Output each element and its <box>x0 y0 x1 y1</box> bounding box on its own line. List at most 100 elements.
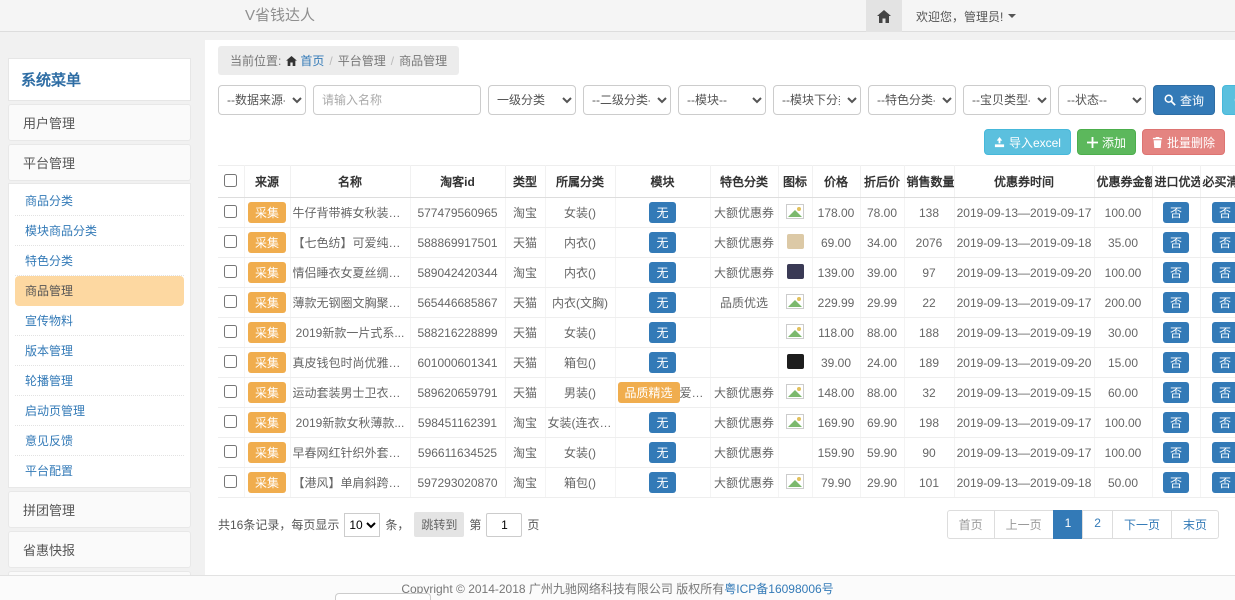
must-buy-toggle[interactable]: 否 <box>1212 322 1235 343</box>
row-checkbox[interactable] <box>224 385 237 398</box>
per-page-select[interactable]: 10 <box>344 513 380 537</box>
must-buy-cell: 否 <box>1200 198 1235 228</box>
import-pick-toggle[interactable]: 否 <box>1163 322 1189 343</box>
sidebar-item-用户管理[interactable]: 用户管理 <box>8 104 191 141</box>
must-buy-toggle[interactable]: 否 <box>1212 472 1235 493</box>
product-name: 2019新款女秋薄款... <box>290 408 410 438</box>
must-buy-toggle[interactable]: 否 <box>1212 352 1235 373</box>
filter-select-状态[interactable]: --状态-- <box>1058 85 1146 115</box>
column-header-特色分类: 特色分类 <box>710 166 778 198</box>
sidebar-subitem-特色分类[interactable]: 特色分类 <box>15 246 184 276</box>
reset-button[interactable]: 重置 <box>1222 85 1235 115</box>
import-excel-button[interactable]: 导入excel <box>984 129 1071 155</box>
must-buy-toggle[interactable]: 否 <box>1212 232 1235 253</box>
icon-cell <box>778 468 812 498</box>
row-checkbox[interactable] <box>224 415 237 428</box>
must-buy-toggle[interactable]: 否 <box>1212 382 1235 403</box>
import-pick-toggle[interactable]: 否 <box>1163 352 1189 373</box>
row-checkbox[interactable] <box>224 295 237 308</box>
coupon-amount: 50.00 <box>1094 468 1152 498</box>
filter-select-特色分类[interactable]: --特色分类-- <box>868 85 956 115</box>
price: 139.00 <box>812 258 860 288</box>
breadcrumb-home-link[interactable]: 首页 <box>286 52 324 69</box>
filter-select-二级分类[interactable]: --二级分类-- <box>583 85 671 115</box>
page-button-1[interactable]: 1 <box>1053 510 1084 539</box>
row-checkbox[interactable] <box>224 265 237 278</box>
source-badge: 采集 <box>248 352 286 373</box>
source-cell: 采集 <box>244 288 290 318</box>
sidebar-subitem-意见反馈[interactable]: 意见反馈 <box>15 426 184 456</box>
sidebar-item-省惠快报[interactable]: 省惠快报 <box>8 531 191 568</box>
sidebar-subitem-模块商品分类[interactable]: 模块商品分类 <box>15 216 184 246</box>
import-pick-toggle[interactable]: 否 <box>1163 472 1189 493</box>
page-number-input[interactable] <box>486 513 522 537</box>
product-category: 箱包() <box>545 468 615 498</box>
user-menu[interactable]: 欢迎您，管理员! <box>916 0 1016 32</box>
import-pick-toggle[interactable]: 否 <box>1163 442 1189 463</box>
row-checkbox[interactable] <box>224 355 237 368</box>
page-button-下一页[interactable]: 下一页 <box>1112 510 1172 539</box>
must-buy-toggle[interactable]: 否 <box>1212 412 1235 433</box>
row-checkbox[interactable] <box>224 475 237 488</box>
must-buy-toggle[interactable]: 否 <box>1212 262 1235 283</box>
must-buy-toggle[interactable]: 否 <box>1212 292 1235 313</box>
sidebar-subitem-商品管理[interactable]: 商品管理 <box>15 276 184 306</box>
sidebar-item-平台管理[interactable]: 平台管理 <box>8 144 191 181</box>
batch-delete-button[interactable]: 批量删除 <box>1142 129 1225 155</box>
row-checkbox[interactable] <box>224 205 237 218</box>
feature-category: 大额优惠券 <box>710 228 778 258</box>
page-button-上一页[interactable]: 上一页 <box>994 510 1054 539</box>
product-name: 【港风】单肩斜跨链条... <box>290 468 410 498</box>
must-buy-toggle[interactable]: 否 <box>1212 202 1235 223</box>
query-button[interactable]: 查询 <box>1153 85 1215 115</box>
sidebar-subitem-宣传物料[interactable]: 宣传物料 <box>15 306 184 336</box>
must-buy-toggle[interactable]: 否 <box>1212 442 1235 463</box>
must-buy-cell: 否 <box>1200 288 1235 318</box>
import-pick-toggle[interactable]: 否 <box>1163 292 1189 313</box>
column-header-销售数量: 销售数量 <box>904 166 954 198</box>
sidebar-subitem-商品分类[interactable]: 商品分类 <box>15 186 184 216</box>
price: 39.00 <box>812 348 860 378</box>
icp-link[interactable]: 粤ICP备16098006号 <box>724 580 833 597</box>
module-cell: 无 <box>615 258 710 288</box>
icon-cell <box>778 348 812 378</box>
icon-cell <box>778 258 812 288</box>
coupon-time: 2019-09-13—2019-09-17 <box>954 288 1094 318</box>
filter-select-模块下分类[interactable]: --模块下分类-- <box>773 85 861 115</box>
page-button-2[interactable]: 2 <box>1082 510 1113 539</box>
sidebar-item-拼团管理[interactable]: 拼团管理 <box>8 491 191 528</box>
import-pick-toggle[interactable]: 否 <box>1163 412 1189 433</box>
row-checkbox[interactable] <box>224 445 237 458</box>
jump-button[interactable]: 跳转到 <box>414 512 464 537</box>
add-button[interactable]: 添加 <box>1077 129 1136 155</box>
home-button[interactable] <box>866 0 902 32</box>
product-thumbnail <box>787 264 804 279</box>
filter-select-一级分类[interactable]: 一级分类 <box>488 85 576 115</box>
import-pick-toggle[interactable]: 否 <box>1163 232 1189 253</box>
feature-category <box>710 348 778 378</box>
select-all-checkbox[interactable] <box>224 174 237 187</box>
row-checkbox[interactable] <box>224 235 237 248</box>
import-pick-toggle[interactable]: 否 <box>1163 202 1189 223</box>
filter-select-数据来源[interactable]: --数据来源-- <box>218 85 306 115</box>
sidebar-subitem-平台配置[interactable]: 平台配置 <box>15 456 184 485</box>
sidebar-subitem-版本管理[interactable]: 版本管理 <box>15 336 184 366</box>
name-search-input[interactable] <box>313 85 481 115</box>
coupon-amount: 35.00 <box>1094 228 1152 258</box>
sidebar-subitem-轮播管理[interactable]: 轮播管理 <box>15 366 184 396</box>
table-row: 采集薄款无钢圈文胸聚拢性...565446685867天猫内衣(文胸)无品质优选… <box>218 288 1235 318</box>
sidebar-subitem-启动页管理[interactable]: 启动页管理 <box>15 396 184 426</box>
filter-select-模块[interactable]: --模块-- <box>678 85 766 115</box>
coupon-time: 2019-09-13—2019-09-17 <box>954 438 1094 468</box>
filter-select-宝贝类型[interactable]: --宝贝类型-- <box>963 85 1051 115</box>
sidebar: 系统菜单 用户管理平台管理商品分类模块商品分类特色分类商品管理宣传物料版本管理轮… <box>8 58 191 600</box>
icon-cell <box>778 438 812 468</box>
import-pick-toggle[interactable]: 否 <box>1163 262 1189 283</box>
row-checkbox[interactable] <box>224 325 237 338</box>
sales-count: 101 <box>904 468 954 498</box>
page-button-末页[interactable]: 末页 <box>1171 510 1219 539</box>
row-select-cell <box>218 468 244 498</box>
import-pick-toggle[interactable]: 否 <box>1163 382 1189 403</box>
page-button-首页[interactable]: 首页 <box>947 510 995 539</box>
product-name: 情侣睡衣女夏丝绸男士... <box>290 258 410 288</box>
